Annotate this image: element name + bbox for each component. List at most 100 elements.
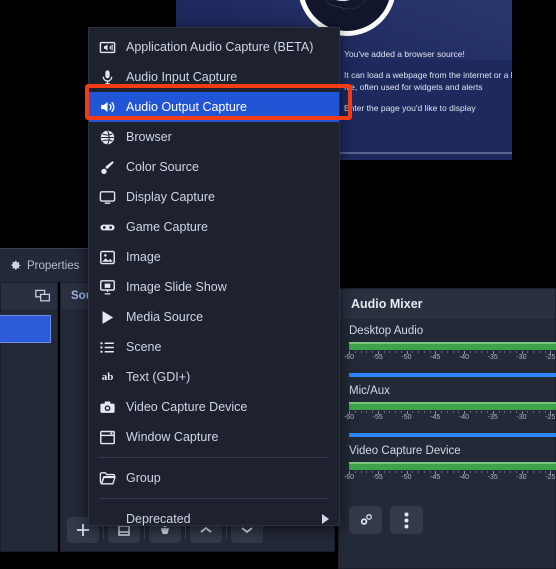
menu-item-label: Text (GDI+) — [126, 370, 191, 384]
db-minor-tick — [487, 351, 488, 353]
db-minor-tick — [446, 411, 448, 413]
db-minor-tick — [533, 411, 534, 413]
menu-item-game-capture[interactable]: Game Capture — [89, 212, 339, 242]
db-tick-label: -45 — [430, 474, 441, 481]
audio-mixer-settings-button[interactable] — [349, 506, 382, 534]
db-minor-tick — [354, 471, 356, 473]
db-minor-tick — [538, 411, 540, 413]
db-minor-tick — [400, 411, 402, 413]
db-minor-tick — [510, 351, 511, 353]
db-tick-label: -35 — [487, 414, 498, 421]
window-icon — [99, 429, 116, 446]
microphone-icon — [99, 69, 116, 86]
audio-mixer-toolbar — [349, 506, 423, 534]
list-icon — [99, 339, 116, 356]
scene-list-item[interactable] — [0, 315, 51, 343]
db-minor-tick — [395, 471, 396, 473]
menu-item-label: Audio Output Capture — [126, 100, 247, 114]
db-minor-tick — [423, 411, 425, 413]
audio-db-scale: -60 -55 -50 -45 -40 -35 -30 -25 — [344, 351, 556, 364]
menu-item-display-capture[interactable]: Display Capture — [89, 182, 339, 212]
folder-icon — [99, 470, 116, 487]
db-minor-tick — [527, 351, 529, 353]
menu-item-video-capture-device[interactable]: Video Capture Device — [89, 392, 339, 422]
menu-item-scene[interactable]: Scene — [89, 332, 339, 362]
db-minor-tick — [469, 351, 471, 353]
db-tick-label: -30 — [516, 354, 527, 361]
db-minor-tick — [383, 411, 385, 413]
db-minor-tick — [510, 411, 511, 413]
db-minor-tick — [515, 471, 517, 473]
menu-item-color-source[interactable]: Color Source — [89, 152, 339, 182]
db-tick-label: -55 — [372, 474, 383, 481]
menu-item-group[interactable]: Group — [89, 463, 339, 493]
menu-item-deprecated[interactable]: Deprecated — [89, 504, 339, 534]
db-minor-tick — [360, 351, 362, 353]
volume-slider[interactable] — [349, 373, 556, 377]
db-tick-label: -30 — [516, 414, 527, 421]
db-tick-label: -50 — [401, 354, 412, 361]
audio-mixer-header: Audio Mixer — [339, 289, 555, 319]
menu-item-media-source[interactable]: Media Source — [89, 302, 339, 332]
menu-item-audio-output-capture[interactable]: Audio Output Capture — [89, 92, 339, 122]
audio-mixer-menu-button[interactable] — [390, 506, 423, 534]
volume-slider[interactable] — [349, 433, 556, 437]
properties-window-titlebar: Properties — [0, 248, 92, 282]
db-tick-label: -60 — [343, 474, 355, 481]
db-minor-tick — [504, 471, 506, 473]
menu-item-browser[interactable]: Browser — [89, 122, 339, 152]
db-minor-tick — [429, 411, 431, 413]
audio-level-fill — [349, 402, 556, 410]
db-minor-tick — [458, 471, 460, 473]
add-source-context-menu[interactable]: Application Audio Capture (BETA) Audio In… — [88, 27, 340, 526]
db-minor-tick — [383, 351, 385, 353]
menu-item-image[interactable]: Image — [89, 242, 339, 272]
audio-level-meter — [349, 342, 556, 350]
db-tick-label: -25 — [545, 414, 556, 421]
db-minor-tick — [354, 411, 356, 413]
db-minor-tick — [354, 351, 356, 353]
db-minor-tick — [527, 411, 529, 413]
db-tick-label: -55 — [372, 354, 383, 361]
db-tick-label: -40 — [458, 354, 470, 361]
preview-line: It can load a webpage from the internet … — [344, 70, 512, 80]
db-tick-label: -40 — [458, 474, 470, 481]
menu-item-application-audio-capture-beta[interactable]: Application Audio Capture (BETA) — [89, 32, 339, 62]
db-minor-tick — [475, 411, 477, 413]
db-minor-tick — [481, 351, 483, 353]
db-tick-label: -45 — [430, 414, 441, 421]
db-minor-tick — [544, 471, 546, 473]
menu-item-text-gdi[interactable]: ab Text (GDI+) — [89, 362, 339, 392]
db-minor-tick — [481, 411, 483, 413]
gamepad-icon — [99, 219, 116, 236]
db-minor-tick — [441, 351, 442, 353]
submenu-arrow-icon — [322, 514, 329, 524]
menu-item-image-slide-show[interactable]: Image Slide Show — [89, 272, 339, 302]
db-minor-tick — [446, 351, 448, 353]
audio-level-meter — [349, 402, 556, 410]
menu-item-audio-input-capture[interactable]: Audio Input Capture — [89, 62, 339, 92]
audio-mixer-title: Audio Mixer — [351, 297, 423, 311]
menu-separator — [99, 457, 329, 458]
db-minor-tick — [469, 411, 471, 413]
menu-item-label: Scene — [126, 340, 162, 354]
audio-level-meter — [349, 462, 556, 470]
db-minor-tick — [389, 411, 391, 413]
db-tick-label: -25 — [545, 354, 556, 361]
db-minor-tick — [423, 471, 425, 473]
audio-level-fill — [349, 342, 556, 350]
db-minor-tick — [418, 351, 419, 353]
db-minor-tick — [372, 411, 373, 413]
menu-item-label: Game Capture — [126, 220, 208, 234]
db-minor-tick — [515, 411, 517, 413]
menu-item-label: Browser — [126, 130, 172, 144]
preview-line: You've added a browser source! — [344, 49, 465, 59]
menu-item-label: Image Slide Show — [126, 280, 227, 294]
windows-icon — [35, 289, 51, 303]
app-audio-icon — [99, 39, 116, 56]
db-minor-tick — [395, 411, 396, 413]
db-minor-tick — [389, 351, 391, 353]
menu-item-window-capture[interactable]: Window Capture — [89, 422, 339, 452]
db-minor-tick — [538, 351, 540, 353]
db-minor-tick — [498, 351, 500, 353]
